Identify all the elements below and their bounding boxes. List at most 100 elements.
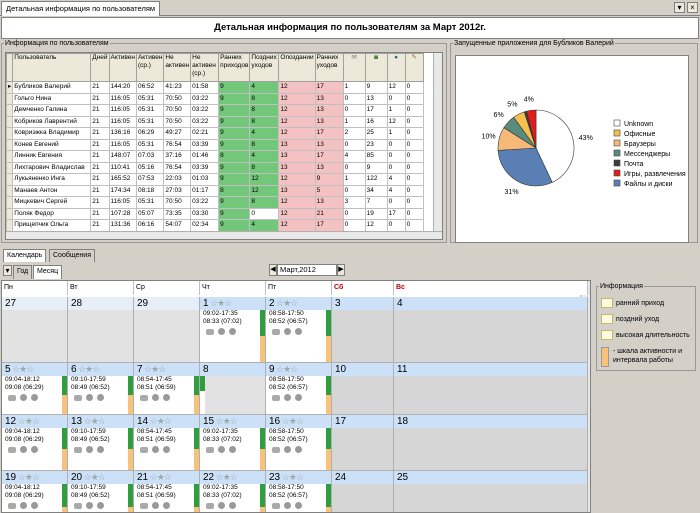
activity-strip [260,484,265,512]
calendar-day[interactable]: 18 [394,415,588,471]
calendar-day[interactable]: 3 [332,297,394,363]
tab-calendar[interactable]: Календарь [3,249,47,262]
column-header[interactable]: Активен (ср.) [135,53,165,82]
calendar-day[interactable]: 25 [394,471,588,512]
calendar-day[interactable]: 20 ☆★☆ 09:10-17:59 08:49 (06:52) [68,471,134,512]
day-number: 20 ☆★☆ [68,471,133,484]
calendar-day[interactable]: 5 ☆★☆ 09:04-18:12 09:08 (06:29) [2,363,68,415]
calendar-day[interactable]: 21 ☆★☆ 08:54-17:45 08:51 (06:59) [134,471,200,512]
column-header[interactable]: Поздних уходов [249,53,280,82]
calendar-day[interactable]: 17 [332,415,394,471]
info-legend-box: Информация ранний приход поздний уход вы… [596,283,696,371]
calendar-day[interactable]: 12 ☆★☆ 09:04-18:12 09:08 (06:29) [2,415,68,471]
column-header[interactable]: Дней [90,53,110,82]
tab-messages[interactable]: Сообщения [49,249,95,262]
activity-strip [326,484,331,512]
calendar-day[interactable]: 27 [2,297,68,363]
prev-month-button[interactable]: ◀ [269,264,277,276]
browser-icon[interactable]: ● [386,53,406,82]
activity-fill [62,484,67,507]
table-cell: 8 [249,161,280,174]
table-cell: 0 [404,196,424,209]
calendar-day[interactable]: 7 ☆★☆ 08:54-17:45 08:51 (06:59) [134,363,200,415]
calendar-day[interactable]: 10 [332,363,394,415]
calendar-day[interactable]: 19 ☆★☆ 09:04-18:12 09:08 (06:29) [2,471,68,512]
calendar-day[interactable]: 13 ☆★☆ 09:10-17:59 08:49 (06:52) [68,415,134,471]
table-row[interactable]: Мицкевич Сергей 21 116:05 05:31 70:50 03:22 9 8… [6,196,424,209]
column-header[interactable]: Не активен (ср.) [190,53,220,82]
dropdown-icon[interactable]: ▾ [674,2,685,13]
users-grid[interactable]: Пользователь Дней Активен Активен (ср.) Не а… [5,52,443,240]
table-cell: 9 [218,219,251,232]
table-row[interactable]: Конев Евгений 21 116:05 05:31 76:54 03:39 9 8 13… [6,138,424,151]
day-number: 19 ☆★☆ [2,471,67,484]
weekday-header: Пт [266,281,332,295]
table-row[interactable]: Гольго Нина 21 116:05 05:31 70:50 03:22 9 8 12 13… [6,92,424,105]
table-row[interactable]: Линник Евгения 21 148:07 07:03 37:16 01:46 8 4 1… [6,150,424,163]
calendar-day[interactable]: 24 [332,471,394,512]
tab-year[interactable]: Год [13,265,33,279]
calendar-day[interactable]: 4 [394,297,588,363]
table-row[interactable]: Лукьяненко Инга 21 165:52 07:53 22:03 01:03 9 1… [6,173,424,186]
calendar-day[interactable]: 28 [68,297,134,363]
column-header[interactable]: Ранних приходов [218,53,251,82]
calendar-day[interactable]: 16 ☆★☆ 08:58-17:50 08:52 (06:57) [266,415,332,471]
activity-icons [200,444,265,455]
calendar-day[interactable]: 14 ☆★☆ 08:54-17:45 08:51 (06:59) [134,415,200,471]
day-number: 12 ☆★☆ [2,415,67,428]
calendar-day[interactable]: 8 [200,363,266,415]
table-cell: 0 [342,219,366,232]
table-row[interactable]: Демченко Галина 21 116:05 05:31 70:50 03:22 9 8… [6,104,424,117]
calendar-day[interactable]: 23 ☆★☆ 08:58-17:50 08:52 (06:57) [266,471,332,512]
close-icon[interactable]: × [687,2,698,13]
table-cell: Манаев Антон [12,184,92,197]
calendar-day[interactable]: 1 ☆★☆ 09:02-17:35 08:33 (07:02) [200,297,266,363]
table-cell: Поляк Федор [12,207,92,220]
calendar-menu-icon[interactable]: ▾ [3,265,12,276]
table-row[interactable]: Лихтарович Владислав 21 110:41 05:16 76:54 03… [6,161,424,174]
work-interval: 09:02-17:35 [203,310,238,317]
apps-panel-legend: Запущенные приложения для Бубликов Валер… [454,40,614,47]
column-header[interactable]: Пользователь [12,53,92,82]
tab-month[interactable]: Месяц [33,265,63,279]
calendar-day[interactable]: 11 [394,363,588,415]
messenger-icon[interactable]: ◙ [364,53,388,82]
calendar-day[interactable]: 6 ☆★☆ 09:10-17:59 08:49 (06:52) [68,363,134,415]
table-row[interactable]: Поляк Федор 21 107:28 05:07 73:35 03:30 9 0 12 21… [6,207,424,220]
column-header[interactable]: Активен [108,53,137,82]
table-row[interactable]: Манаев Антон 21 174:34 08:18 27:03 01:17 8 12 13… [6,184,424,197]
column-header[interactable]: Опоздании [278,53,316,82]
table-cell: 02:21 [190,127,220,140]
column-header[interactable]: Не активен [163,53,192,82]
table-row[interactable]: Ковриэжка Владимир 21 136:16 06:29 49:27 02:2… [6,127,424,140]
app-icon [272,447,280,453]
weekday-header: Чт [200,281,266,295]
calendar-day[interactable]: 9 ☆★☆ 08:58-17:50 08:52 (06:57) [266,363,332,415]
users-hscrollbar[interactable] [6,231,442,239]
calendar-day[interactable]: 15 ☆★☆ 09:02-17:35 08:33 (07:02) [200,415,266,471]
table-cell: 9 [218,207,251,220]
weekday-header: Пн [2,281,68,295]
day-number: 29 [134,297,199,310]
table-cell: 21 [90,115,110,128]
table-cell: 0 [404,92,424,105]
table-cell: 0 [342,104,366,117]
table-row[interactable]: Кобриков Лаврентий 21 116:05 05:31 70:50 03:2… [6,115,424,128]
table-cell: 21 [90,104,110,117]
table-row[interactable]: ▸ Бубликов Валерий 21 144:20 06:52 41:23 01:58… [6,81,424,94]
calendar-day[interactable]: 2 ☆★☆ 08:58-17:50 08:52 (06:57) [266,297,332,363]
window-tab[interactable]: Детальная информация по пользователям [1,1,161,16]
calendar-day[interactable]: 29 [134,297,200,363]
column-header[interactable]: Ранних уходов [314,53,344,82]
users-vscrollbar[interactable] [433,53,442,239]
activity-strip [128,376,133,414]
day-number: 3 [332,297,393,310]
month-selector[interactable]: Март,2012 [277,264,337,276]
next-month-button[interactable]: ▶ [337,264,345,276]
day-number: 10 [332,363,393,376]
activity-icons [266,444,331,455]
tools-icon[interactable]: ✎ [404,53,424,82]
mail-icon[interactable]: ✉ [342,53,366,82]
table-row[interactable]: Прищепчик Ольга 21 131:36 06:16 54:07 02:34 9 4… [6,219,424,232]
calendar-day[interactable]: 22 ☆★☆ 09:02-17:35 08:33 (07:02) [200,471,266,512]
